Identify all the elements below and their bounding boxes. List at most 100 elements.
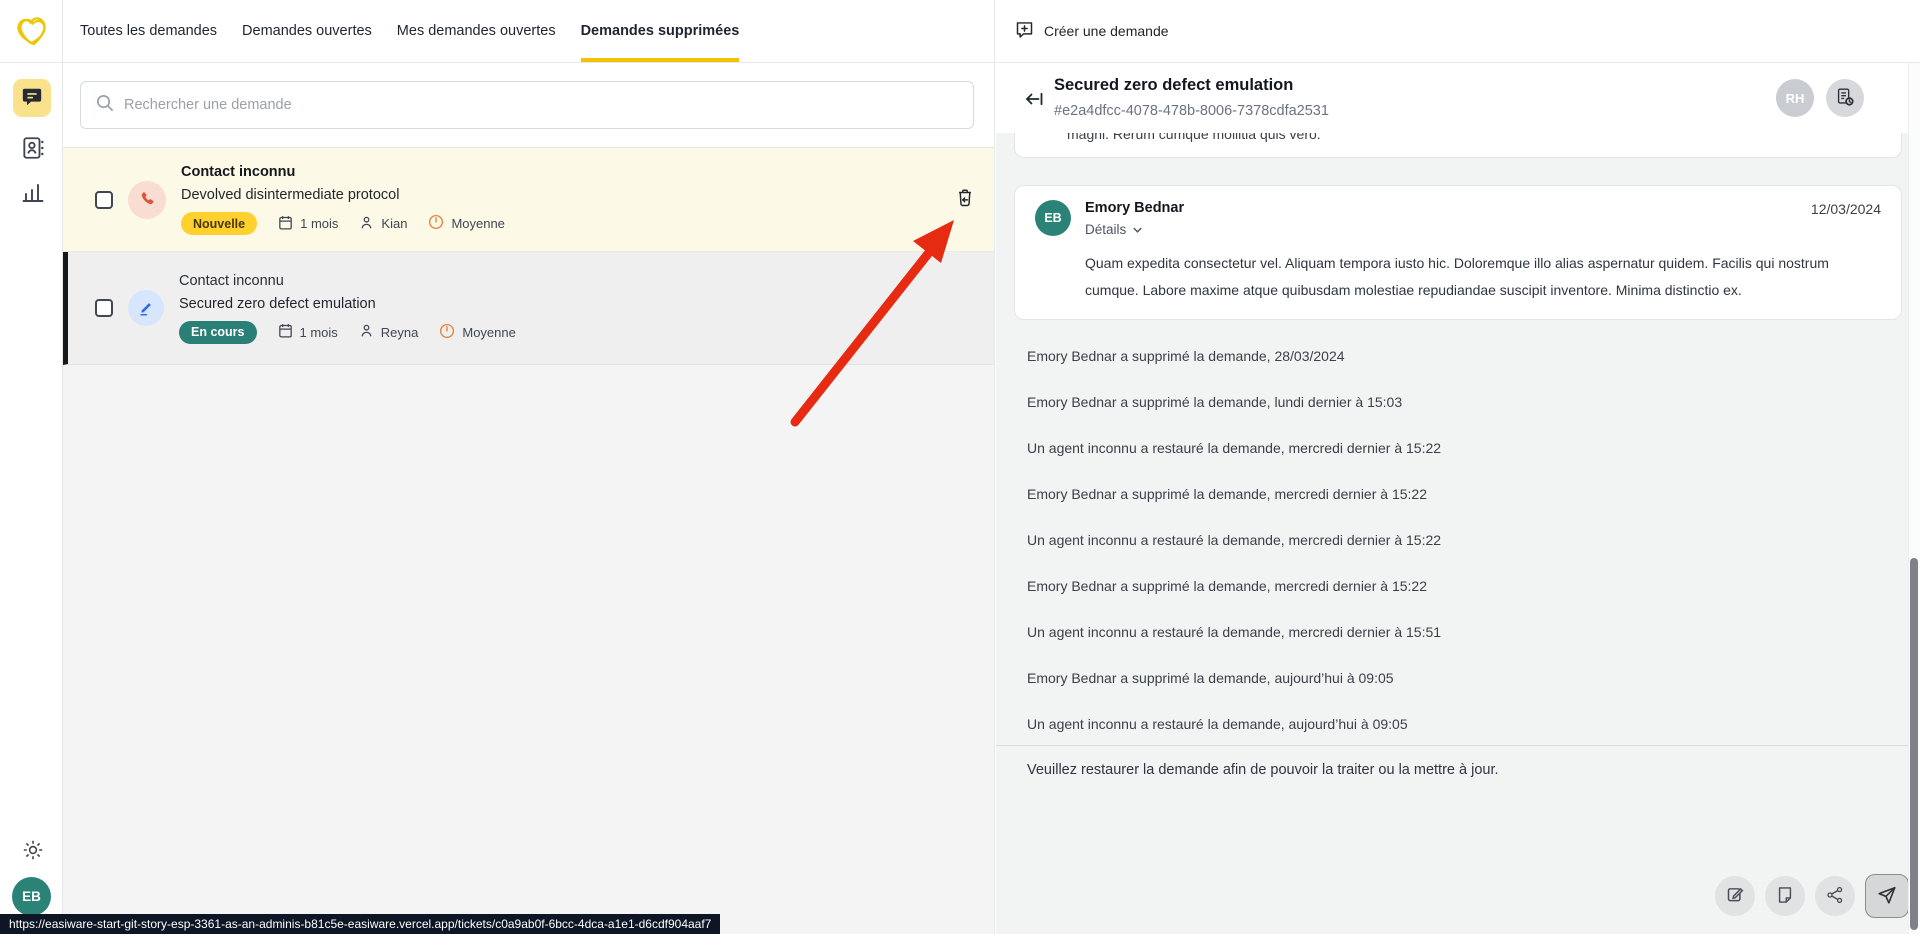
tab-mes-demandes-ouvertes[interactable]: Mes demandes ouvertes [397,0,556,62]
note-icon [1775,885,1795,908]
person-icon [358,322,375,342]
search-input[interactable] [124,97,959,113]
send-paper-plane-icon [1876,884,1898,909]
calendar-icon [277,322,294,342]
activity-log-entry: Un agent inconnu a restauré la demande, … [1027,624,1902,640]
priority-gauge-icon [427,213,445,234]
ticket-checkbox[interactable] [95,191,113,209]
ticket-detail-panel: Créer une demande Secured zero defect em… [996,0,1920,934]
search-icon [95,93,114,117]
detail-header: Secured zero defect emulation #e2a4dfcc-… [996,63,1920,133]
compose-reply-button[interactable] [1715,876,1755,916]
activity-log-entry: Emory Bednar a supprimé la demande, 28/0… [1027,348,1902,364]
ticket-meta: Nouvelle 1 mois [181,212,505,235]
scrollbar-thumb[interactable] [1910,558,1918,930]
ticket-contact: Contact inconnu [181,164,505,180]
message-content: Emory Bednar 12/03/2024 Détails Quam exp… [1085,200,1881,305]
ticket-priority: Moyenne [438,322,515,343]
status-badge: Nouvelle [181,212,257,235]
activity-log-entry: Emory Bednar a supprimé la demande, lund… [1027,394,1902,410]
chevron-down-icon [1132,222,1143,237]
back-to-list-button[interactable] [1022,87,1046,111]
composer-actions [1715,874,1909,918]
contacts-card-icon [20,135,46,164]
add-note-button[interactable] [1765,876,1805,916]
ticket-info: Contact inconnu Devolved disintermediate… [181,164,505,235]
clipped-message-text: magni. Rerum cumque mollitia quis vero. [1067,133,1901,142]
share-nodes-icon [1825,885,1845,908]
ticket-meta: En cours 1 mois [179,321,516,344]
activity-log-entry: Un agent inconnu a restauré la demande, … [1027,440,1902,456]
activity-log-entry: Emory Bednar a supprimé la demande, aujo… [1027,670,1902,686]
trash-restore-icon [954,187,976,212]
ticket-age: 1 mois [277,214,338,234]
nav-tickets-button[interactable] [13,79,51,117]
person-icon [358,214,375,234]
ticket-tabs: Toutes les demandes Demandes ouvertes Me… [63,0,994,63]
tab-demandes-ouvertes[interactable]: Demandes ouvertes [242,0,372,62]
status-badge: En cours [179,321,257,344]
chat-bubble-icon [21,86,43,111]
priority-gauge-icon [438,322,456,343]
create-demande-button[interactable]: Créer une demande [1014,19,1169,43]
message-card: EB Emory Bednar 12/03/2024 Détails Quam … [1014,185,1902,320]
form-channel-icon [128,290,164,326]
message-date: 12/03/2024 [1811,201,1881,217]
phone-channel-icon [128,181,166,219]
message-body: Quam expedita consectetur vel. Aliquam t… [1085,250,1881,304]
document-history-icon [1834,86,1856,111]
ticket-age: 1 mois [277,322,338,342]
settings-button[interactable] [20,839,45,864]
send-button[interactable] [1865,874,1909,918]
ticket-detail-title: Secured zero defect emulation [1054,76,1293,95]
new-ticket-bubble-icon [1014,19,1035,43]
icon-sidebar: EB [0,0,63,934]
arrow-left-icon [1022,99,1046,114]
message-details-toggle[interactable]: Détails [1085,222,1143,237]
activity-log: Emory Bednar a supprimé la demande, 28/0… [1027,348,1902,732]
restore-ticket-button[interactable] [952,187,978,213]
conversation-scroll-area[interactable]: magni. Rerum cumque mollitia quis vero. … [996,133,1920,745]
ticket-priority: Moyenne [427,213,504,234]
ticket-assignee: Reyna [358,322,419,342]
ticket-row-devolved[interactable]: Contact inconnu Devolved disintermediate… [63,147,994,252]
restore-notice-text: Veuillez restaurer la demande afin de po… [1027,762,1499,778]
ticket-row-secured[interactable]: Contact inconnu Secured zero defect emul… [63,252,994,365]
clipped-message-card: magni. Rerum cumque mollitia quis vero. [1014,133,1902,158]
ticket-subject: Secured zero defect emulation [179,296,516,312]
share-button[interactable] [1815,876,1855,916]
tab-toutes-les-demandes[interactable]: Toutes les demandes [80,0,217,62]
bar-chart-icon [21,181,45,208]
ticket-info: Contact inconnu Secured zero defect emul… [179,273,516,344]
activity-log-entry: Un agent inconnu a restauré la demande, … [1027,532,1902,548]
nav-analytics-button[interactable] [20,182,45,207]
user-avatar[interactable]: EB [12,877,51,916]
message-author-avatar: EB [1035,200,1071,236]
ticket-list: Contact inconnu Devolved disintermediate… [63,147,994,934]
activity-log-entry: Un agent inconnu a restauré la demande, … [1027,716,1902,732]
link-url-statusbar: https://easiware-start-git-story-esp-336… [0,914,720,934]
nav-contacts-button[interactable] [19,136,46,163]
assignee-avatar[interactable]: RH [1776,79,1814,117]
gear-icon [21,838,45,865]
compose-icon [1725,884,1746,908]
ticket-assignee: Kian [358,214,407,234]
ticket-detail-id: #e2a4dfcc-4078-478b-8006-7378cdfa2531 [1054,103,1329,119]
tab-demandes-supprimees[interactable]: Demandes supprimées [581,0,740,62]
message-author-name: Emory Bednar [1085,200,1881,216]
create-bar: Créer une demande [996,0,1920,63]
easiware-app: EB Toutes les demandes Demandes ouvertes… [0,0,1920,934]
composer-divider [996,745,1920,746]
ticket-history-button[interactable] [1826,79,1864,117]
ticket-subject: Devolved disintermediate protocol [181,187,505,203]
ticket-checkbox[interactable] [95,299,113,317]
detail-header-actions: RH [1776,79,1864,117]
search-row [63,63,994,147]
easiware-heart-logo [10,9,54,53]
activity-log-entry: Emory Bednar a supprimé la demande, merc… [1027,578,1902,594]
ticket-list-panel: Toutes les demandes Demandes ouvertes Me… [63,0,995,934]
calendar-icon [277,214,294,234]
ticket-contact: Contact inconnu [179,273,516,289]
activity-log-entry: Emory Bednar a supprimé la demande, merc… [1027,486,1902,502]
search-box[interactable] [80,81,974,129]
